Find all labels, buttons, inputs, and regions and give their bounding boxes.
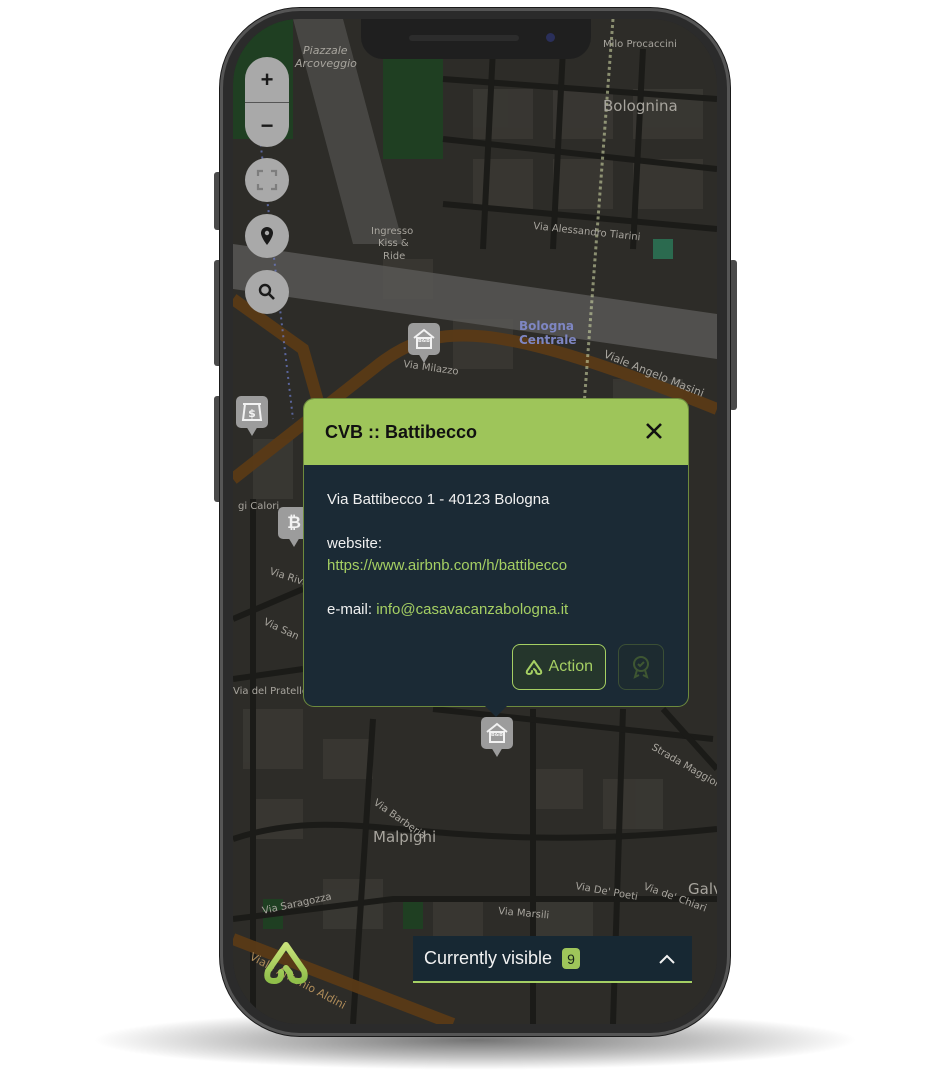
visible-count-badge: 9 [562, 948, 581, 969]
map-label: Bologna [519, 319, 574, 333]
svg-text:B&B: B&B [491, 732, 503, 738]
power-button [729, 260, 737, 410]
website-label: website: [327, 535, 383, 552]
search-icon [258, 283, 275, 300]
fullscreen-button[interactable] [245, 158, 289, 202]
app-logo-icon [525, 660, 542, 675]
atm-icon: $ [241, 403, 263, 421]
svg-text:B&B: B&B [418, 338, 430, 344]
map-label: Bolognina [603, 97, 678, 115]
action-button[interactable]: Action [511, 644, 606, 690]
email-label: e-mail: [327, 601, 377, 618]
popup-title: CVB :: Battibecco [325, 421, 478, 442]
bitcoin-icon: ₿ [287, 513, 301, 532]
map-label: Milo Procaccini [603, 39, 677, 50]
map-label: Galv [688, 880, 717, 898]
map-label: gi Calori [238, 501, 279, 512]
action-label: Action [548, 658, 593, 675]
popup-address: Via Battibecco 1 - 40123 Bologna [327, 491, 550, 508]
bed-and-breakfast-icon: B&B [486, 722, 508, 743]
map-marker-atm[interactable]: $ [236, 396, 268, 436]
expand-panel-button[interactable] [656, 948, 678, 970]
chevron-up-icon [659, 954, 675, 964]
map-label: Centrale [519, 333, 577, 347]
popup-pointer [485, 706, 507, 717]
fullscreen-icon [256, 169, 278, 191]
zoom-in-button[interactable]: + [245, 57, 289, 102]
map-label: Ride [383, 251, 405, 262]
map-label: Arcoveggio [294, 57, 357, 70]
brand-logo-icon[interactable] [263, 941, 309, 985]
speaker [409, 35, 519, 41]
phone-screen: Piazzale Arcoveggio Bolognina Ingresso K… [233, 19, 717, 1024]
map-label: Kiss & [378, 238, 409, 249]
search-button[interactable] [245, 270, 289, 314]
popup-header: CVB :: Battibecco [304, 399, 688, 465]
phone-notch [361, 19, 591, 59]
location-pin-icon [261, 227, 273, 245]
bed-and-breakfast-icon: B&B [413, 328, 435, 349]
popup-close-button[interactable] [642, 420, 666, 444]
currently-visible-panel[interactable]: Currently visible 9 [413, 936, 692, 983]
popup-body: Via Battibecco 1 - 40123 Bologna website… [304, 465, 688, 621]
website-link[interactable]: https://www.airbnb.com/h/battibecco [327, 557, 567, 574]
map-label: Via del Pratello [233, 686, 308, 697]
zoom-controls: + − [245, 57, 289, 147]
zoom-out-button[interactable]: − [245, 103, 289, 147]
map-label: Piazzale [303, 44, 348, 57]
map-marker-bnb-selected[interactable]: B&B [481, 717, 513, 757]
certificate-button[interactable] [618, 644, 664, 690]
locate-button[interactable] [245, 214, 289, 258]
email-link[interactable]: info@casavacanzabologna.it [376, 601, 568, 618]
svg-text:$: $ [248, 407, 256, 420]
map-marker-bnb[interactable]: B&B [408, 323, 440, 363]
certificate-badge-icon [633, 656, 649, 679]
front-camera [546, 33, 555, 42]
map-label: Ingresso [371, 226, 413, 237]
popup-actions: Action [511, 644, 664, 690]
poi-popup: CVB :: Battibecco Via Battibecco 1 - 401… [304, 399, 688, 717]
close-icon [646, 422, 662, 439]
map-label: Malpighi [373, 828, 436, 846]
currently-visible-label: Currently visible [424, 948, 553, 968]
